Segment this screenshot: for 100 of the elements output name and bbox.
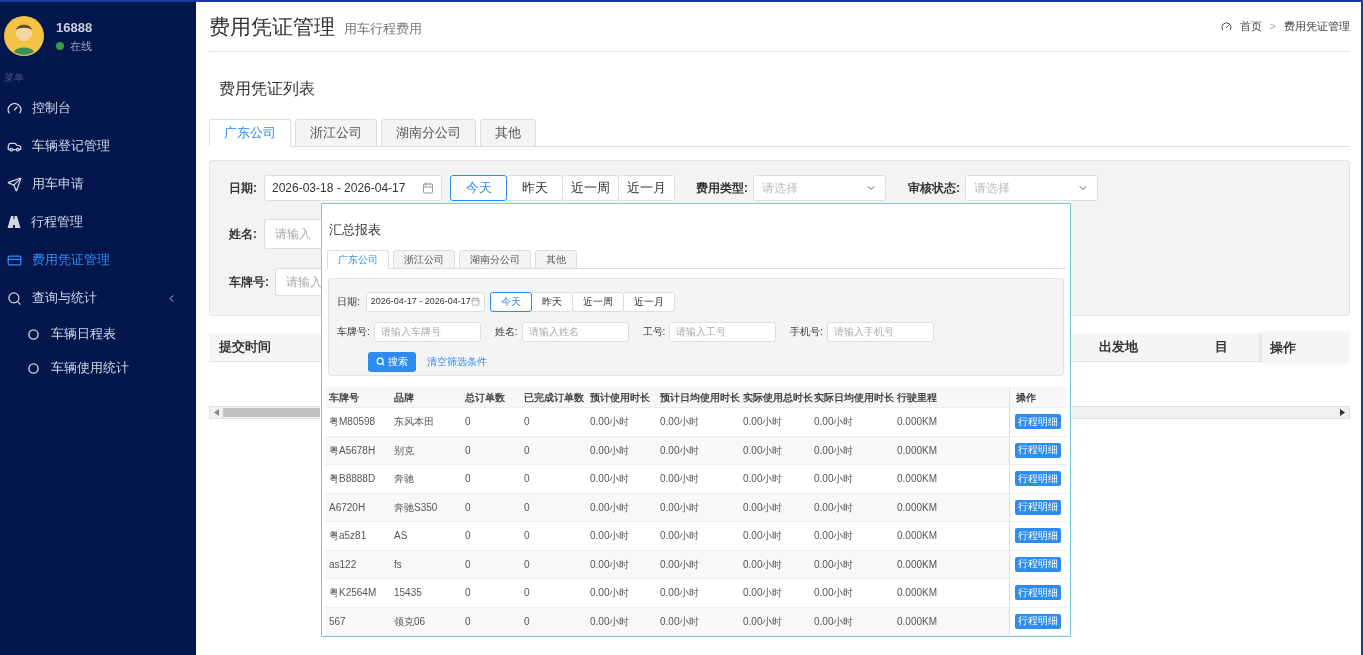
column-header: 目 <box>1215 338 1228 357</box>
text-field[interactable]: 请输入姓名 <box>521 321 629 342</box>
table-cell-text: 领克06 <box>394 614 427 629</box>
date-range-button[interactable]: 近一周 <box>571 291 624 312</box>
table-cell-text: 0.00小时 <box>814 472 855 487</box>
table-cell-text: 奔驰 <box>394 472 415 487</box>
breadcrumb-link[interactable]: 首页 <box>1239 18 1262 35</box>
table-cell-text: 0.00小时 <box>814 500 855 515</box>
column-header: 车牌号 <box>329 390 360 405</box>
table-cell-text: 0.00小时 <box>660 586 701 601</box>
table-cell-text: 0.00小时 <box>814 557 855 572</box>
column-header: 操作 <box>1262 333 1350 362</box>
table-cell-text: 0.000KM <box>897 500 939 515</box>
table-cell-text: 0.00小时 <box>660 614 701 629</box>
road-icon <box>7 215 21 229</box>
table-cell-text: 0.00小时 <box>590 586 631 601</box>
table-cell-text: 0.000KM <box>897 443 939 458</box>
tab[interactable]: 浙江公司 <box>295 119 377 147</box>
table-cell-text: 0.00小时 <box>660 415 701 430</box>
column-header: 出发地 <box>1099 338 1138 357</box>
table-cell-text: 0.00小时 <box>743 557 784 572</box>
table-cell-text: 0.00小时 <box>814 443 855 458</box>
table-cell-text: 0.00小时 <box>743 472 784 487</box>
table-cell-text: 0.00小时 <box>590 614 631 629</box>
submenu-item[interactable]: 车辆日程表 <box>0 317 196 351</box>
field-label: 车牌号: <box>229 274 270 291</box>
date-range-button[interactable]: 近一月 <box>618 174 675 201</box>
column-header: 操作 <box>1009 387 1067 407</box>
circle-icon <box>28 328 39 340</box>
date-range-button[interactable]: 今天 <box>489 291 532 312</box>
text-field[interactable]: 请输入车牌号 <box>373 321 481 342</box>
date-field[interactable]: 2026-04-17 - 2026-04-17 <box>365 291 485 312</box>
menu-item[interactable]: 控制台 <box>0 89 196 127</box>
table-cell-text: 0.00小时 <box>743 529 784 544</box>
table-cell-text: 0 <box>524 500 531 515</box>
field-label: 费用类型: <box>696 179 749 197</box>
scrollbar[interactable] <box>209 406 320 419</box>
panel-title: 汇总报表 <box>329 221 382 239</box>
table-cell-text: 0.00小时 <box>660 443 701 458</box>
column-header: 总订单数 <box>465 390 506 405</box>
table-cell-text: 0 <box>524 415 531 430</box>
table-cell-text: 0 <box>524 529 531 544</box>
table-cell-text: 0.000KM <box>897 586 939 601</box>
table-cell-text: 0.00小时 <box>590 500 631 515</box>
user-name: 16888 <box>56 19 93 37</box>
date-range-button[interactable]: 近一月 <box>622 291 675 312</box>
menu-item[interactable]: 车辆登记管理 <box>0 127 196 165</box>
tab[interactable]: 其他 <box>480 119 536 147</box>
date-range-button[interactable]: 今天 <box>450 174 507 201</box>
table-cell-text: 0 <box>465 614 472 629</box>
text-field[interactable]: 请输入 <box>264 219 324 249</box>
tab[interactable]: 广东公司 <box>209 119 291 147</box>
breadcrumb-link[interactable]: 费用凭证管理 <box>1284 18 1350 35</box>
date-field[interactable]: 2026-03-18 - 2026-04-17 <box>264 174 442 201</box>
table-cell-text: 0.000KM <box>897 557 939 572</box>
tab[interactable]: 湖南分公司 <box>459 249 531 269</box>
field-label: 姓名: <box>229 226 258 243</box>
search-icon <box>7 290 22 306</box>
table-cell-text: 567 <box>329 614 347 629</box>
text-field[interactable]: 请输入 <box>275 268 324 296</box>
table-cell-text: 0.00小时 <box>660 472 701 487</box>
tab[interactable]: 其他 <box>535 249 577 269</box>
table-cell-text: as122 <box>329 557 358 572</box>
menu-item[interactable]: 费用凭证管理 <box>0 241 196 279</box>
table-cell-text: AS <box>394 529 409 544</box>
tab[interactable]: 湖南分公司 <box>381 119 476 147</box>
calendar-icon <box>422 181 434 194</box>
menu-item[interactable]: 查询与统计 <box>0 279 196 317</box>
date-range-button[interactable]: 昨天 <box>530 291 573 312</box>
table-cell-text: 别克 <box>394 443 415 458</box>
tab[interactable]: 广东公司 <box>327 249 389 269</box>
table-cell-text: 0 <box>524 443 531 458</box>
table-cell-text: 0.00小时 <box>660 529 701 544</box>
scroll-left-icon <box>214 409 219 416</box>
table-cell-text: 0.00小时 <box>660 500 701 515</box>
menu-item[interactable]: 行程管理 <box>0 203 196 241</box>
menu-item[interactable]: 用车申请 <box>0 165 196 203</box>
table-cell-text: 0.00小时 <box>743 443 784 458</box>
table-cell-text: 0.00小时 <box>814 415 855 430</box>
date-range-button[interactable]: 昨天 <box>506 174 563 201</box>
table-cell-text: A6720H <box>329 500 367 515</box>
scrollbar-track[interactable] <box>1072 406 1350 419</box>
table-cell-text: 0 <box>465 443 472 458</box>
submenu-item[interactable]: 车辆使用统计 <box>0 351 196 385</box>
table-cell-text: 0.000KM <box>897 415 939 430</box>
table-cell-text: 0.000KM <box>897 472 939 487</box>
table-cell-text: 0 <box>465 557 472 572</box>
table-cell-text: 0 <box>524 472 531 487</box>
table-cell-text: 粤K2564M <box>329 586 378 601</box>
field-label: 审核状态: <box>908 179 961 197</box>
field-label: 车牌号: <box>337 325 370 339</box>
table-cell-text: 0.00小时 <box>743 415 784 430</box>
date-range-button[interactable]: 近一周 <box>562 174 619 201</box>
text-field[interactable]: 请输入手机号 <box>827 321 935 342</box>
tab[interactable]: 浙江公司 <box>393 249 455 269</box>
column-header: 品牌 <box>394 390 415 405</box>
text-field[interactable]: 请输入工号 <box>669 321 777 342</box>
field-label: 日期: <box>229 179 258 197</box>
breadcrumb-separator: > <box>1269 19 1276 35</box>
table-cell-text: 0 <box>524 557 531 572</box>
